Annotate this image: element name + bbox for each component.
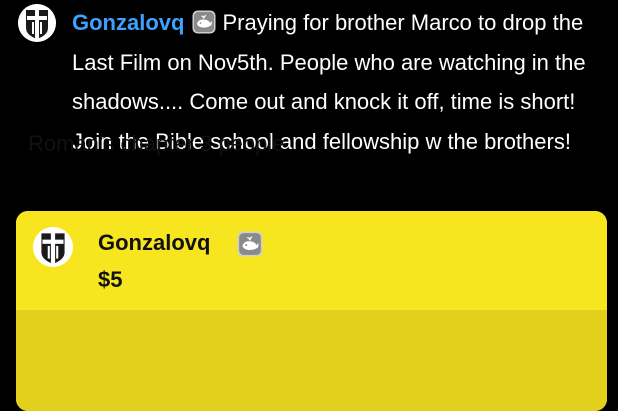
donation-username[interactable]: Gonzalovq	[98, 230, 210, 256]
donation-header: Gonzalovq $5	[16, 211, 607, 310]
chat-avatar[interactable]	[18, 4, 56, 42]
cross-shield-icon	[18, 4, 56, 42]
donation-body	[16, 310, 607, 411]
donation-card[interactable]: Gonzalovq $5	[16, 211, 607, 411]
whale-badge-icon[interactable]	[237, 231, 263, 257]
donation-avatar[interactable]	[33, 227, 73, 267]
whale-badge-icon[interactable]	[192, 10, 216, 34]
chat-username[interactable]: Gonzalovq	[72, 10, 184, 35]
cross-shield-icon	[33, 227, 73, 267]
donation-message: Roman’s chapter 3 people	[28, 131, 285, 156]
donation-amount: $5	[98, 267, 123, 292]
